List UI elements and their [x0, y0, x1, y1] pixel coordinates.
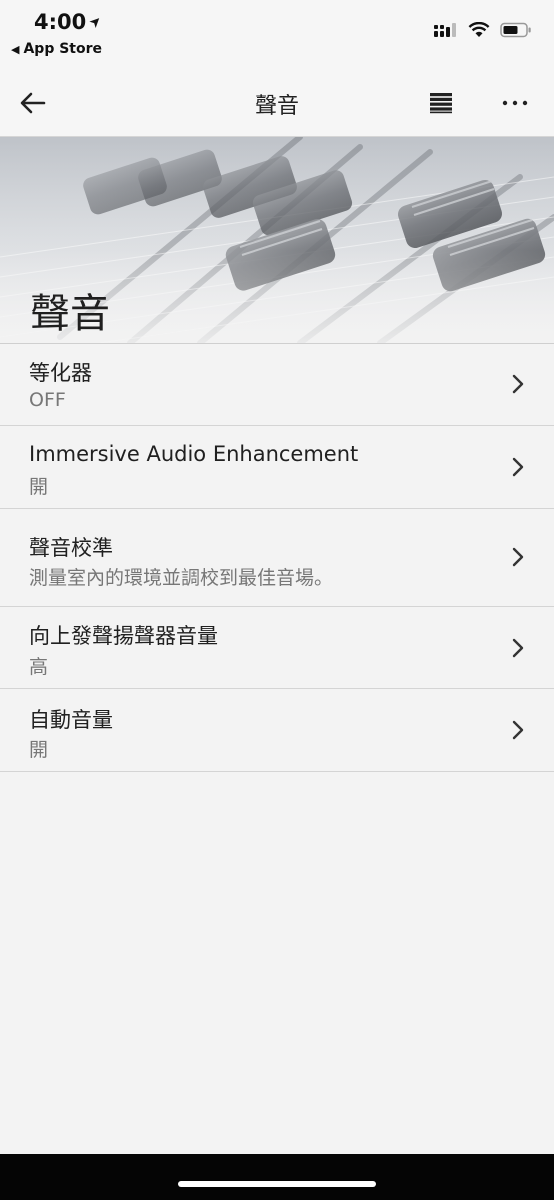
status-icons	[434, 22, 532, 38]
row-subtitle: OFF	[29, 389, 66, 411]
header-image: 聲音	[0, 137, 554, 343]
back-app-label: App Store	[23, 41, 103, 57]
nav-title: 聲音	[254, 94, 299, 119]
navigation-bar: 聲音	[0, 70, 554, 137]
row-title: 等化器	[29, 361, 92, 385]
cellular-signal-icon	[434, 23, 456, 37]
status-bar: 4:00 ➤ ◀ App Store	[0, 0, 554, 70]
list-item-auto-volume[interactable]: 自動音量 開	[0, 689, 554, 772]
more-icon[interactable]	[500, 92, 530, 114]
app-screen: 4:00 ➤ ◀ App Store 聲音 聲音 等化器 OFF Immersi…	[0, 0, 554, 1200]
row-title: 自動音量	[29, 708, 113, 732]
row-subtitle: 開	[29, 739, 49, 761]
home-indicator-bar	[0, 1154, 554, 1200]
chevron-right-icon	[512, 374, 524, 394]
list-icon[interactable]	[430, 92, 452, 114]
row-title: 聲音校準	[29, 536, 113, 560]
chevron-right-icon	[512, 457, 524, 477]
list-item-equalizer[interactable]: 等化器 OFF	[0, 344, 554, 426]
row-subtitle: 高	[29, 656, 49, 678]
back-to-app-link[interactable]: ◀ App Store	[11, 41, 102, 57]
header-title: 聲音	[30, 291, 110, 337]
time-label: 4:00	[34, 10, 87, 34]
row-title: Immersive Audio Enhancement	[29, 442, 359, 466]
list-item-upfiring-speaker-volume[interactable]: 向上發聲揚聲器音量 高	[0, 607, 554, 689]
row-subtitle: 開	[29, 476, 49, 498]
location-arrow-icon: ➤	[86, 12, 106, 32]
chevron-right-icon	[512, 720, 524, 740]
status-time: 4:00 ➤	[34, 10, 106, 34]
row-title: 向上發聲揚聲器音量	[29, 624, 218, 648]
list-item-immersive-audio[interactable]: Immersive Audio Enhancement 開	[0, 426, 554, 509]
settings-list: 等化器 OFF Immersive Audio Enhancement 開 聲音…	[0, 344, 554, 772]
home-indicator[interactable]	[178, 1181, 376, 1187]
chevron-right-icon	[512, 638, 524, 658]
battery-icon	[500, 22, 531, 38]
list-item-sound-calibration[interactable]: 聲音校準 測量室內的環境並調校到最佳音場。	[0, 509, 554, 607]
wifi-icon	[468, 22, 490, 37]
back-triangle-icon: ◀	[11, 42, 20, 56]
row-subtitle: 測量室內的環境並調校到最佳音場。	[29, 567, 334, 589]
chevron-right-icon	[512, 547, 524, 567]
